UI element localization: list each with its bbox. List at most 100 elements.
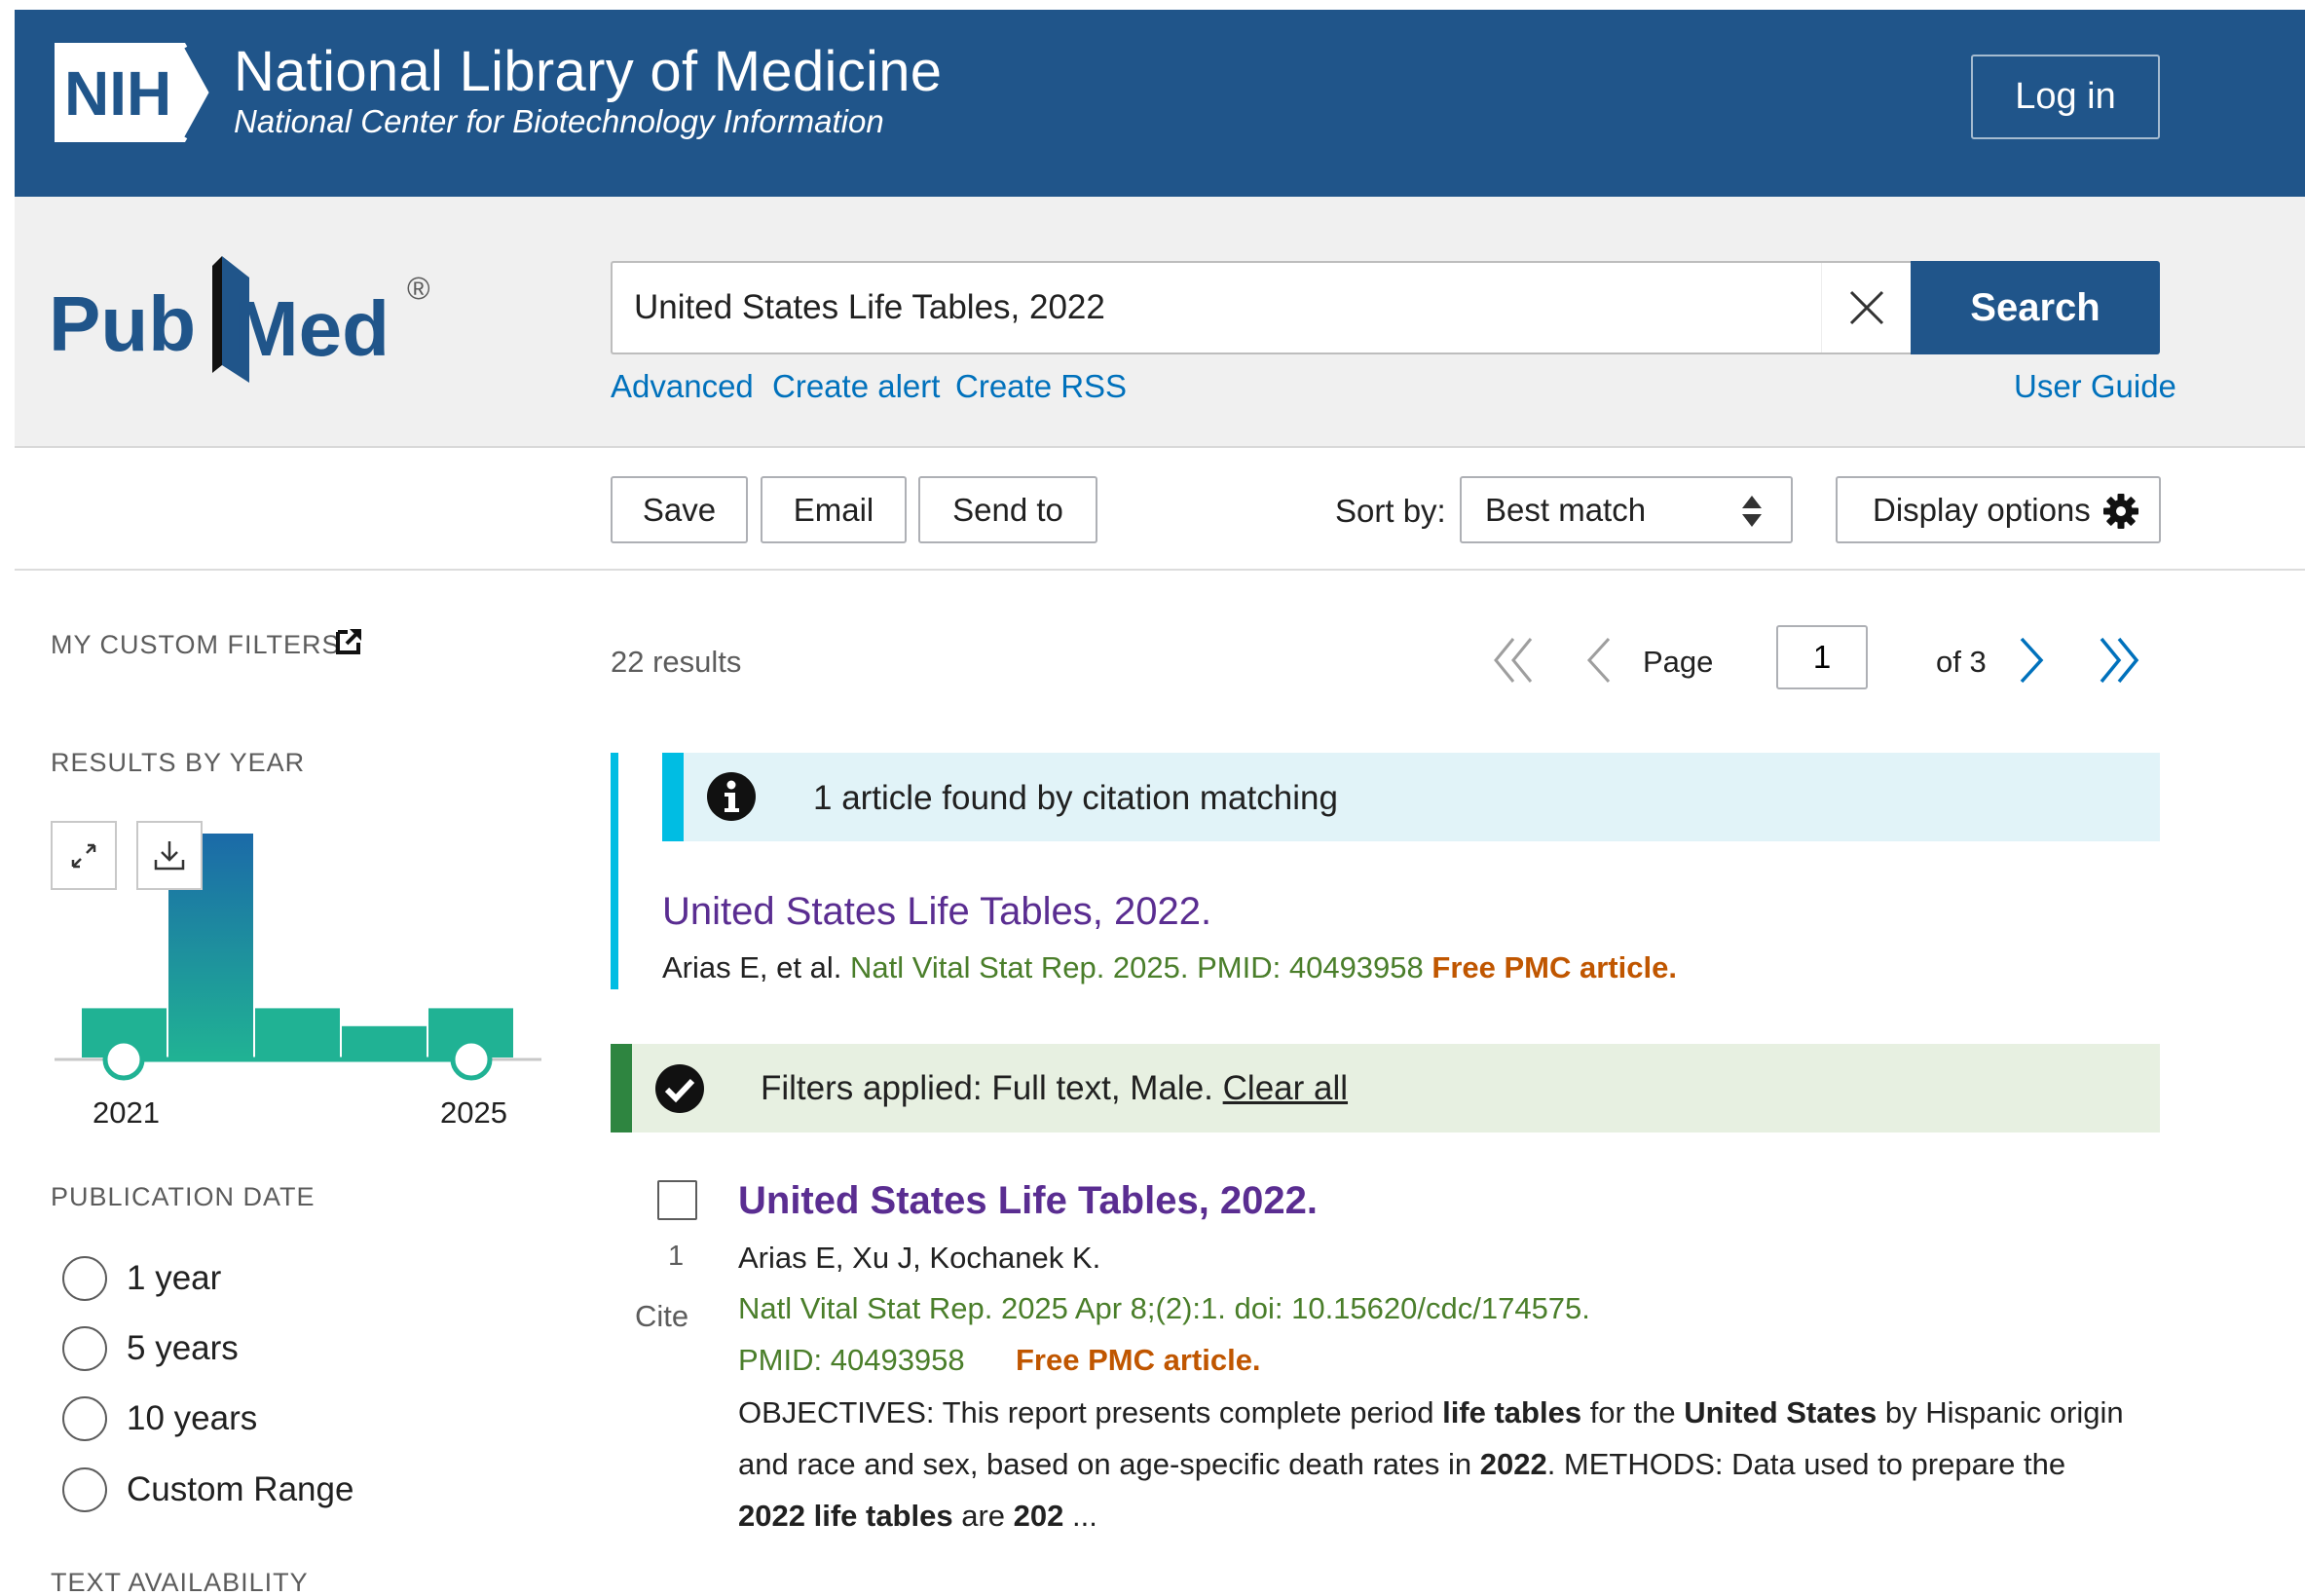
display-options-button[interactable]: Display options <box>1836 476 2161 543</box>
date-option-label: 1 year <box>127 1259 222 1297</box>
search-box <box>611 261 1911 354</box>
year-start-label: 2021 <box>93 1095 160 1130</box>
page-label: Page <box>1643 645 1714 679</box>
date-option-label: 10 years <box>127 1399 258 1437</box>
first-page-icon[interactable] <box>1492 633 1535 687</box>
user-guide-link[interactable]: User Guide <box>2014 368 2176 405</box>
nih-logo[interactable]: NIH <box>51 39 218 146</box>
send-to-button[interactable]: Send to <box>918 476 1097 543</box>
display-options-label: Display options <box>1873 491 2091 528</box>
expand-icon <box>71 843 96 868</box>
nih-title[interactable]: National Library of Medicine <box>234 39 942 104</box>
snippet-highlight: 2022 <box>1479 1447 1547 1481</box>
download-icon <box>154 840 185 870</box>
range-handle-end[interactable] <box>450 1038 493 1081</box>
radio-button[interactable] <box>62 1256 107 1301</box>
sort-label: Sort by: <box>1335 493 1446 529</box>
snippet-highlight: 2022 <box>738 1499 805 1533</box>
svg-text:NIH: NIH <box>64 58 171 129</box>
search-button[interactable]: Search <box>1911 261 2160 354</box>
radio-button[interactable] <box>62 1467 107 1512</box>
gear-icon <box>2103 494 2138 529</box>
download-chart-button[interactable] <box>136 821 203 890</box>
filters-applied-label: Filters applied: Full text, Male. <box>761 1069 1213 1107</box>
result-number: 1 <box>668 1241 685 1272</box>
last-page-icon[interactable] <box>2098 633 2140 687</box>
snippet-text: ... <box>1063 1499 1097 1533</box>
search-input[interactable] <box>634 263 1764 353</box>
citation-journal: Natl Vital Stat Rep. 2025. PMID: 4049395… <box>849 950 1424 984</box>
result-authors: Arias E, Xu J, Kochanek K. <box>738 1241 1101 1275</box>
create-rss-link[interactable]: Create RSS <box>955 368 1127 405</box>
snippet-text: for the <box>1581 1395 1685 1429</box>
toolbar-divider <box>15 569 2305 571</box>
cite-button[interactable]: Cite <box>635 1299 688 1334</box>
sort-arrows-icon <box>1742 496 1762 527</box>
snippet-highlight: United States <box>1684 1395 1877 1429</box>
date-option-label: 5 years <box>127 1329 239 1367</box>
date-option-label: Custom Range <box>127 1470 354 1508</box>
citation-article-title[interactable]: United States Life Tables, 2022. <box>662 890 1211 934</box>
results-by-year-chart[interactable] <box>51 818 557 1081</box>
svg-text:Med: Med <box>234 285 390 372</box>
year-bar[interactable] <box>342 1025 427 1058</box>
close-icon <box>1849 290 1883 325</box>
snippet-text: OBJECTIVES: This report presents complet… <box>738 1395 1443 1429</box>
email-button[interactable]: Email <box>761 476 907 543</box>
expand-chart-button[interactable] <box>51 821 117 890</box>
results-by-year-heading: RESULTS BY YEAR <box>51 748 306 777</box>
check-circle-icon <box>655 1064 704 1113</box>
year-end-label: 2025 <box>440 1095 507 1130</box>
snippet-highlight: 202 <box>1013 1499 1064 1533</box>
citation-match-text: 1 article found by citation matching <box>813 779 1338 817</box>
result-select-checkbox[interactable] <box>657 1180 697 1220</box>
clear-all-filters-link[interactable]: Clear all <box>1223 1069 1348 1107</box>
text-availability-heading: TEXT AVAILABILITY <box>51 1568 309 1596</box>
results-count: 22 results <box>611 645 742 679</box>
prev-page-icon[interactable] <box>1583 633 1613 687</box>
info-icon <box>707 772 756 821</box>
external-link-icon[interactable] <box>335 626 364 655</box>
citation-free-label: Free PMC article. <box>1431 950 1677 984</box>
range-handle-start[interactable] <box>102 1038 145 1081</box>
filters-accent <box>611 1044 632 1132</box>
custom-filters-heading[interactable]: MY CUSTOM FILTERS <box>51 630 341 660</box>
next-page-icon[interactable] <box>2018 633 2047 687</box>
snippet-highlight: life tables <box>813 1499 953 1533</box>
page-number-input[interactable] <box>1776 625 1868 689</box>
year-bar[interactable] <box>255 1008 340 1058</box>
snippet-text: . METHODS: Data used to prepare the <box>1546 1447 2066 1481</box>
snippet-text <box>805 1499 814 1533</box>
login-button[interactable]: Log in <box>1971 55 2160 139</box>
create-alert-link[interactable]: Create alert <box>772 368 940 405</box>
sort-value: Best match <box>1485 491 1647 528</box>
publication-date-heading: PUBLICATION DATE <box>51 1182 316 1211</box>
svg-text:Pub: Pub <box>49 280 196 367</box>
clear-search-button[interactable] <box>1821 263 1911 353</box>
result-free-label: Free PMC article. <box>1016 1343 1261 1377</box>
snippet-text: are <box>952 1499 1014 1533</box>
citation-match-border <box>611 753 618 989</box>
nih-subtitle: National Center for Biotechnology Inform… <box>234 103 884 139</box>
citation-article-meta: Arias E, et al. Natl Vital Stat Rep. 202… <box>662 950 1677 985</box>
save-button[interactable]: Save <box>611 476 748 543</box>
notice-accent <box>662 753 684 841</box>
radio-button[interactable] <box>62 1326 107 1371</box>
result-journal: Natl Vital Stat Rep. 2025 Apr 8;(2):1. d… <box>738 1291 1590 1325</box>
date-option-custom-range[interactable]: Custom Range <box>62 1467 353 1512</box>
date-option-5-years[interactable]: 5 years <box>62 1326 239 1371</box>
radio-button[interactable] <box>62 1396 107 1441</box>
result-pmid: PMID: 40493958 <box>738 1343 965 1377</box>
page-total-label: of 3 <box>1936 645 1987 679</box>
date-option-1-year[interactable]: 1 year <box>62 1256 221 1301</box>
citation-authors: Arias E, et al. <box>662 950 842 984</box>
advanced-link[interactable]: Advanced <box>611 368 754 405</box>
svg-text:®: ® <box>407 271 430 306</box>
result-snippet: OBJECTIVES: This report presents complet… <box>738 1387 2140 1541</box>
date-option-10-years[interactable]: 10 years <box>62 1396 257 1441</box>
sort-select[interactable]: Best match <box>1460 476 1793 543</box>
pubmed-logo[interactable]: Pub Med ® <box>49 248 448 385</box>
snippet-highlight: life tables <box>1442 1395 1582 1429</box>
result-title[interactable]: United States Life Tables, 2022. <box>738 1179 1318 1223</box>
filters-applied-text: Filters applied: Full text, Male. Clear … <box>761 1069 1348 1108</box>
